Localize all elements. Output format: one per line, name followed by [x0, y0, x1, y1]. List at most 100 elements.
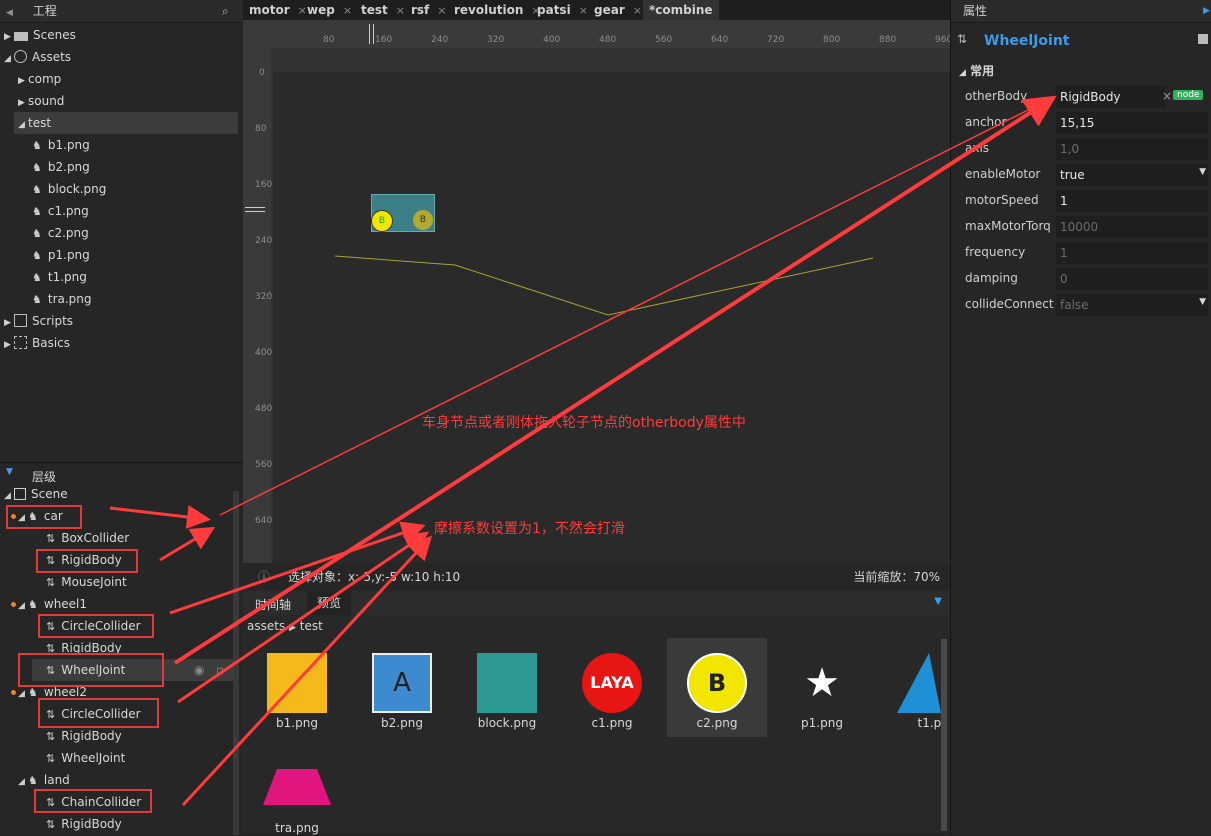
collideconnect-select[interactable]: false — [1056, 294, 1208, 316]
prop-collideconnect: collideConnect false ▼ — [951, 294, 1211, 316]
tree-item-b2[interactable]: ♞ b2.png — [32, 156, 90, 178]
prop-axis: axis 1,0 — [951, 138, 1211, 160]
save-icon[interactable] — [1198, 34, 1208, 44]
node-boxcollider[interactable]: ⇅ BoxCollider — [46, 527, 129, 549]
close-icon[interactable]: × — [579, 4, 588, 17]
node-rigidbody-2[interactable]: ⇅ RigidBody — [46, 725, 122, 747]
tree-item-scenes[interactable]: ▶ Scenes — [4, 24, 76, 46]
status-bar: ⓘ 选择对象：x:-5,y:-5 w:10 h:10 当前缩放：70% — [243, 563, 950, 591]
close-icon[interactable]: × — [343, 4, 352, 17]
prop-damping: damping 0 — [951, 268, 1211, 290]
prop-enablemotor: enableMotor true ▼ — [951, 164, 1211, 186]
node-rigidbody-land[interactable]: ⇅ RigidBody — [46, 813, 122, 835]
prop-motorspeed: motorSpeed 1 — [951, 190, 1211, 212]
scene-view[interactable]: 80 160 240 320 400 480 560 640 720 800 8… — [243, 20, 950, 563]
node-scene[interactable]: ◢ Scene — [4, 483, 68, 505]
expand-icon[interactable]: ▶ — [1203, 0, 1210, 22]
image-icon: ♞ — [32, 205, 42, 218]
asset-b1[interactable]: b1.png — [247, 653, 347, 733]
highlight-chaincollider — [34, 789, 152, 813]
breadcrumb: assets ▶ test — [247, 619, 323, 633]
script-icon — [14, 314, 27, 327]
dropdown-icon[interactable]: ▼ — [934, 596, 942, 607]
motorspeed-field[interactable]: 1 — [1056, 190, 1208, 212]
tree-item-basics[interactable]: ▶ Basics — [4, 332, 70, 354]
section-common[interactable]: ◢ 常用 — [959, 62, 994, 79]
anchor-field[interactable]: 15,15 — [1056, 112, 1208, 134]
tab-timeline[interactable]: 时间轴 — [255, 596, 291, 613]
image-icon: ♞ — [32, 139, 42, 152]
highlight-car — [6, 505, 82, 529]
asset-b2[interactable]: A b2.png — [352, 653, 452, 733]
close-icon[interactable]: × — [633, 4, 642, 17]
tab-test[interactable]: test × — [355, 0, 411, 20]
asset-c2[interactable]: B c2.png — [667, 638, 767, 737]
tab-wep[interactable]: wep × — [301, 0, 358, 20]
tab-combine[interactable]: *combine — [643, 0, 719, 20]
axis-field[interactable]: 1,0 — [1056, 138, 1208, 160]
tree-item-assets[interactable]: ◢ Assets — [4, 46, 71, 68]
image-icon: ♞ — [32, 161, 42, 174]
tree-item-test[interactable]: ◢ test — [14, 112, 238, 134]
tab-rsf[interactable]: rsf × — [405, 0, 453, 20]
project-panel: ◀ 工程 ⌕ ▶ Scenes ◢ Assets ▶ comp ▶ sound ◢ tes… — [0, 0, 243, 462]
search-icon[interactable]: ⌕ — [222, 0, 229, 22]
folder-icon — [14, 32, 28, 41]
tree-item-t1[interactable]: ♞ t1.png — [32, 266, 87, 288]
info-icon: ⓘ — [258, 570, 271, 584]
tree-item-p1[interactable]: ♞ p1.png — [32, 244, 90, 266]
tab-preview[interactable]: 预览 — [307, 591, 352, 615]
tree-item-scripts[interactable]: ▶ Scripts — [4, 310, 73, 332]
tab-patsi[interactable]: patsi × — [531, 0, 594, 20]
collapse-icon[interactable]: ◀ — [6, 8, 13, 18]
tree-item-c2[interactable]: ♞ c2.png — [32, 222, 89, 244]
close-icon[interactable]: × — [437, 4, 446, 17]
tree-item-block[interactable]: ♞ block.png — [32, 178, 106, 200]
asset-p1[interactable]: ★ p1.png — [772, 653, 872, 733]
highlight-circlecollider-1 — [38, 614, 154, 638]
asset-c1[interactable]: LAYA c1.png — [562, 653, 662, 733]
component-icon: ⇅ — [46, 730, 56, 743]
tree-item-tra[interactable]: ♞ tra.png — [32, 288, 92, 310]
damping-field[interactable]: 0 — [1056, 268, 1208, 290]
node-wheel1[interactable]: ◢ ♞ wheel1 — [18, 593, 87, 615]
tree-item-b1[interactable]: ♞ b1.png — [32, 134, 90, 156]
collapse-icon[interactable]: ▼ — [6, 467, 13, 477]
tree-item-comp[interactable]: ▶ comp — [18, 68, 61, 90]
node-tag: node — [1173, 90, 1204, 100]
scene-icon — [14, 488, 26, 500]
highlight-rigidbody — [36, 549, 138, 573]
thumbnail: LAYA — [582, 653, 642, 713]
scrollbar[interactable] — [941, 639, 947, 831]
frequency-field[interactable]: 1 — [1056, 242, 1208, 264]
lock-icon[interactable]: ▫ — [216, 659, 224, 681]
tab-gear[interactable]: gear × — [588, 0, 648, 20]
close-icon[interactable]: × — [396, 4, 405, 17]
otherbody-field[interactable]: RigidBody — [1056, 86, 1166, 108]
clear-icon[interactable]: × — [1162, 89, 1172, 103]
breadcrumb-leaf[interactable]: test — [300, 619, 323, 633]
component-icon: ⇅ — [46, 818, 56, 831]
eye-icon[interactable]: ◉ — [194, 659, 204, 681]
node-land[interactable]: ◢ ♞ land — [18, 769, 70, 791]
asset-t1[interactable]: t1.png — [877, 653, 941, 733]
asset-block[interactable]: block.png — [457, 653, 557, 733]
image-icon: ♞ — [32, 293, 42, 306]
asset-tra[interactable]: tra.png — [247, 765, 347, 835]
node-mousejoint[interactable]: ⇅ MouseJoint — [46, 571, 127, 593]
chevron-down-icon: ▼ — [1199, 297, 1206, 307]
maxmotortorque-field[interactable]: 10000 — [1056, 216, 1208, 238]
properties-panel: 属性 ▶ ⇅ WheelJoint ◢ 常用 otherBody RigidBo… — [950, 0, 1211, 834]
tree-item-sound[interactable]: ▶ sound — [18, 90, 64, 112]
thumbnail: B — [687, 653, 747, 713]
thumbnail: A — [372, 653, 432, 713]
grid-icon — [14, 336, 27, 349]
scene-tabs: motor × wep × test × rsf × revolution × patsi… — [243, 0, 950, 20]
image-icon: ♞ — [32, 183, 42, 196]
breadcrumb-root[interactable]: assets — [247, 619, 285, 633]
enablemotor-select[interactable]: true — [1056, 164, 1208, 186]
node-wheeljoint-2[interactable]: ⇅ WheelJoint — [46, 747, 125, 769]
thumbnail — [477, 653, 537, 713]
project-title: 工程 — [32, 4, 57, 18]
tree-item-c1[interactable]: ♞ c1.png — [32, 200, 89, 222]
